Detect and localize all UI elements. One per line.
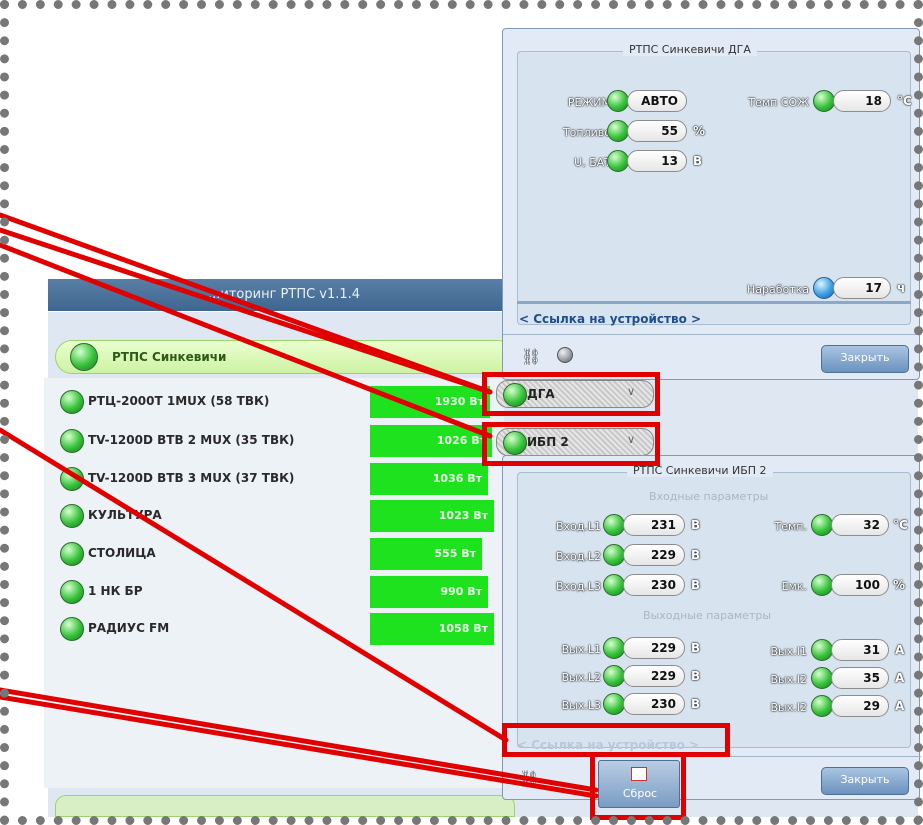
arrow-line-dga-2 — [0, 227, 493, 395]
arrow-line-ibp — [0, 242, 493, 439]
annotation-arrows — [0, 212, 599, 799]
arrow-line-link — [0, 427, 509, 743]
arrow-line-reset-2 — [0, 694, 599, 799]
